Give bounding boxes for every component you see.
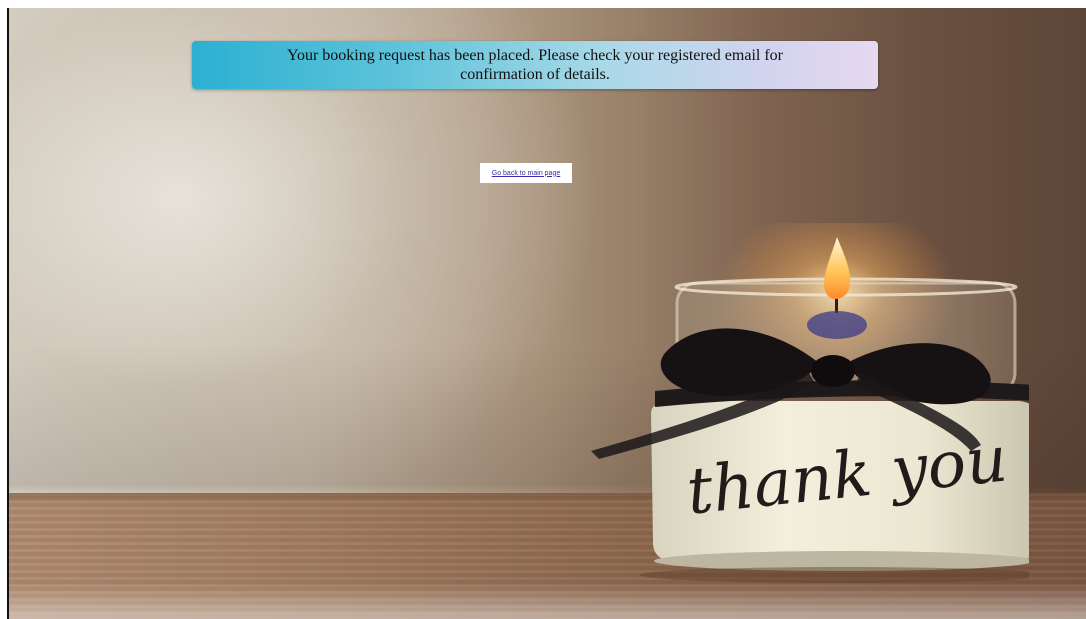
jar-shadow bbox=[639, 567, 1029, 583]
ribbon-knot bbox=[811, 355, 855, 387]
booking-confirmation-message: Your booking request has been placed. Pl… bbox=[287, 47, 783, 83]
go-back-to-main-page-link[interactable]: Go back to main page bbox=[492, 170, 561, 177]
booking-confirmation-banner: Your booking request has been placed. Pl… bbox=[192, 41, 878, 89]
flame-blue-base bbox=[807, 311, 867, 339]
table-bottom-fade bbox=[9, 583, 1086, 619]
candle-jar-image: thank you bbox=[591, 223, 1029, 583]
page: thank you Your booking request has been … bbox=[0, 0, 1086, 619]
back-link-container: Go back to main page bbox=[480, 163, 572, 183]
background-image: thank you bbox=[9, 8, 1086, 619]
